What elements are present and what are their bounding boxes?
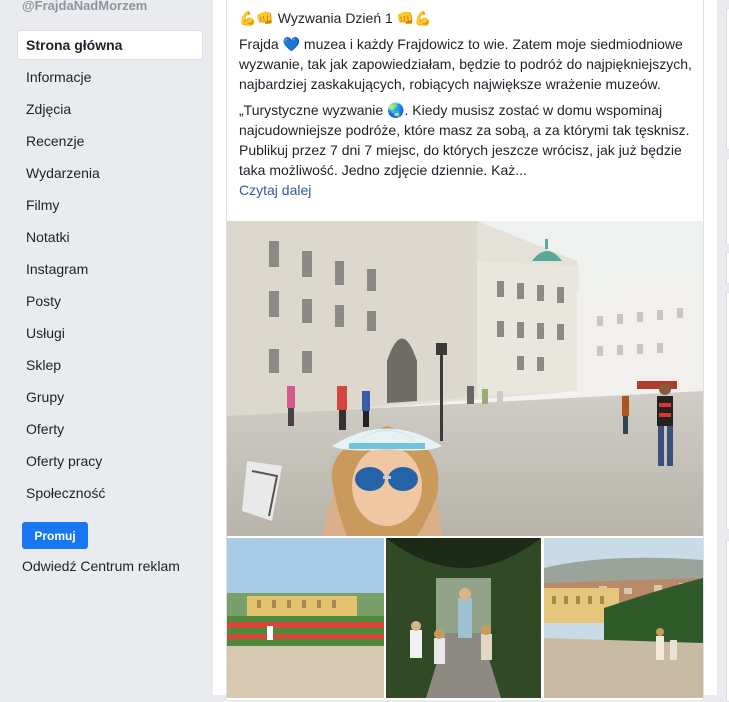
- promote-button[interactable]: Promuj: [22, 522, 88, 549]
- page-sidebar: @FrajdaNadMorzem Strona główna Informacj…: [0, 0, 213, 695]
- sidebar-item-groups[interactable]: Grupy: [17, 382, 203, 412]
- post-card: 💪👊 Wyzwania Dzień 1 👊💪 Frajda 💙 muzea i …: [226, 0, 704, 700]
- muscle-fist-emoji-icon: 💪👊: [239, 10, 274, 26]
- read-more-link[interactable]: Czytaj dalej: [239, 180, 694, 200]
- post-photo-2[interactable]: [227, 538, 384, 698]
- sidebar-item-about[interactable]: Informacje: [17, 62, 203, 92]
- sidebar-item-notes[interactable]: Notatki: [17, 222, 203, 252]
- sidebar-item-community[interactable]: Społeczność: [17, 478, 203, 508]
- post-title-line: 💪👊 Wyzwania Dzień 1 👊💪: [239, 8, 694, 28]
- page-handle[interactable]: @FrajdaNadMorzem: [22, 0, 147, 13]
- post-text: 💪👊 Wyzwania Dzień 1 👊💪 Frajda 💙 muzea i …: [239, 8, 694, 200]
- sidebar-item-posts[interactable]: Posty: [17, 286, 203, 316]
- globe-emoji-icon: 🌏: [387, 102, 405, 118]
- post-paragraph-2: „Turystyczne wyzwanie 🌏. Kiedy musisz zo…: [239, 102, 690, 178]
- fist-muscle-emoji-icon: 👊💪: [396, 10, 432, 26]
- city-view-photo: [544, 538, 703, 698]
- sidebar-item-jobs[interactable]: Oferty pracy: [17, 446, 203, 476]
- schonbrunn-garden-photo: [227, 538, 384, 698]
- ads-center-link[interactable]: Odwiedź Centrum reklam: [22, 558, 180, 574]
- post-paragraph-1: Frajda 💙 muzea i każdy Frajdowicz to wie…: [239, 36, 692, 92]
- sidebar-item-events[interactable]: Wydarzenia: [17, 158, 203, 188]
- sidebar-item-reviews[interactable]: Recenzje: [17, 126, 203, 156]
- sidebar-item-shop[interactable]: Sklep: [17, 350, 203, 380]
- sidebar-item-services[interactable]: Usługi: [17, 318, 203, 348]
- sidebar-item-instagram[interactable]: Instagram: [17, 254, 203, 284]
- blue-heart-emoji-icon: 💙: [282, 36, 301, 52]
- post-photo-4[interactable]: [544, 538, 703, 698]
- sidebar-item-photos[interactable]: Zdjęcia: [17, 94, 203, 124]
- post-title: Wyzwania Dzień 1: [277, 10, 393, 26]
- garden-arcade-photo: [386, 538, 541, 698]
- sidebar-item-offers[interactable]: Oferty: [17, 414, 203, 444]
- post-photo-3[interactable]: [386, 538, 541, 698]
- sidebar-nav: Strona główna Informacje Zdjęcia Recenzj…: [17, 30, 203, 510]
- sidebar-item-videos[interactable]: Filmy: [17, 190, 203, 220]
- post-photo-main[interactable]: [227, 221, 703, 536]
- sidebar-item-home[interactable]: Strona główna: [17, 30, 203, 60]
- palace-square-photo: [227, 221, 703, 536]
